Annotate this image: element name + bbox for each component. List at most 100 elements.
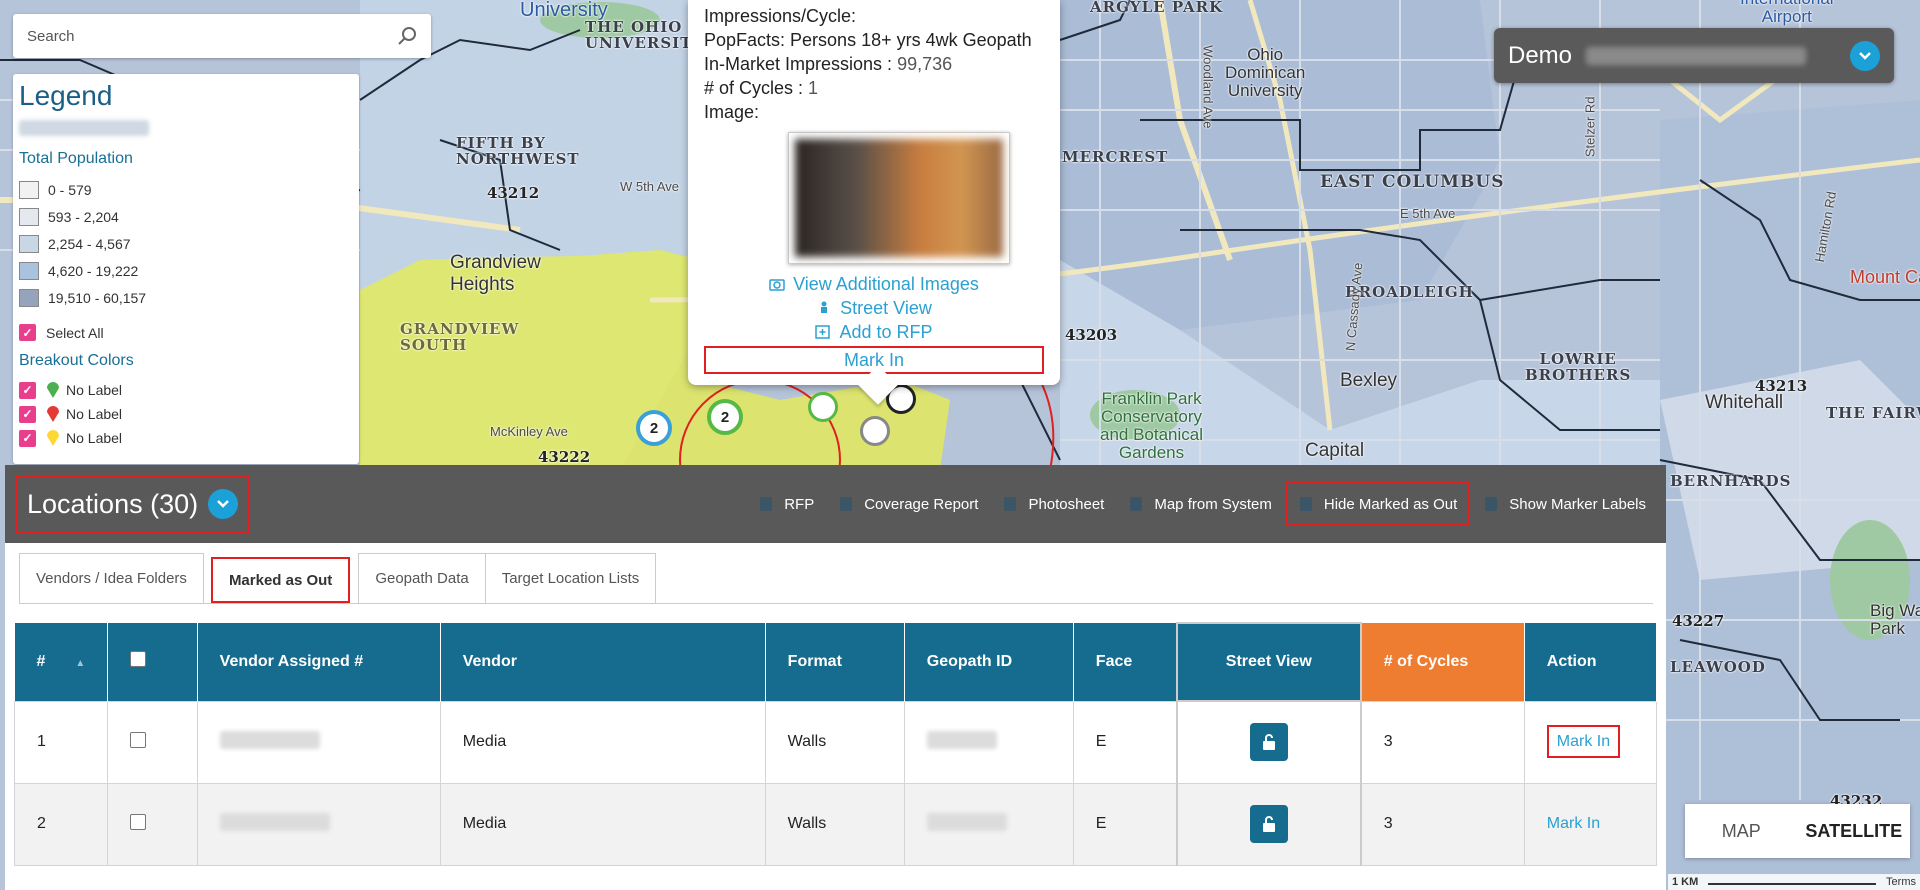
sort-asc-icon[interactable]: ▲ xyxy=(75,658,85,669)
location-popup: Impressions/Cycle: PopFacts: Persons 18+… xyxy=(688,0,1060,405)
map-label-big-walnut: Big Wa Park xyxy=(1870,601,1920,638)
mark-in-link[interactable]: Mark In xyxy=(1546,725,1621,758)
cell-vendor-assigned xyxy=(196,700,441,784)
mark-in-link[interactable]: Mark In xyxy=(1547,815,1600,832)
breakout-row[interactable]: ✓ No Label xyxy=(19,402,353,426)
map-label-argyle-park: ARGYLE PARK xyxy=(1090,0,1224,16)
show-marker-labels-button[interactable]: Show Marker Labels xyxy=(1473,482,1656,526)
breakout-checkbox[interactable]: ✓ xyxy=(19,429,36,447)
legend-panel: Legend Total Population 0 - 579 593 - 2,2… xyxy=(13,74,359,464)
popup-cycles-label: # of Cycles : xyxy=(704,78,809,98)
locations-panel: Locations (30) RFP Coverage Report Photosh… xyxy=(5,465,1666,890)
col-select-header[interactable] xyxy=(107,623,198,701)
map-location-marker[interactable] xyxy=(860,416,890,446)
map-cluster-marker[interactable]: 2 xyxy=(707,399,743,435)
table-row[interactable]: 1 Media Walls E 3 Mark In xyxy=(13,700,1658,784)
col-street-view-header: Street View xyxy=(1175,622,1362,702)
person-icon xyxy=(821,301,828,313)
legend-range-label: 4,620 - 19,222 xyxy=(48,262,139,279)
search-icon[interactable] xyxy=(397,26,417,46)
map-type-satellite[interactable]: SATELLITE xyxy=(1798,821,1911,842)
show-marker-labels-button-label: Show Marker Labels xyxy=(1509,495,1646,513)
tab-vendors-idea-folders[interactable]: Vendors / Idea Folders xyxy=(19,553,204,603)
locations-title[interactable]: Locations (30) xyxy=(15,474,251,534)
map-label-grandview-south: GRANDVIEW SOUTH xyxy=(400,320,520,354)
add-to-rfp-link[interactable]: Add to RFP xyxy=(704,320,1044,344)
map-marker-icon xyxy=(46,405,60,423)
row-checkbox[interactable] xyxy=(130,813,147,830)
cell-number: 1 xyxy=(13,700,109,784)
cell-action: Mark In xyxy=(1523,782,1658,866)
col-street-view-label: Street View xyxy=(1225,653,1312,670)
rfp-button[interactable]: RFP xyxy=(748,482,824,526)
location-thumbnail[interactable] xyxy=(788,132,1010,264)
map-from-system-button[interactable]: Map from System xyxy=(1118,482,1282,526)
col-vendor-label: Vendor xyxy=(462,652,517,670)
map-icon xyxy=(1128,495,1144,513)
redacted-geopath-id xyxy=(926,812,1007,831)
map-label-leawood: LEAWOOD xyxy=(1670,658,1766,676)
breakout-row[interactable]: ✓ No Label xyxy=(19,426,353,450)
terms-link[interactable]: Terms xyxy=(1886,876,1916,888)
map-cluster-marker[interactable]: 2 xyxy=(636,410,672,446)
legend-swatch xyxy=(19,261,39,280)
map-search xyxy=(13,14,431,58)
col-number-label: # xyxy=(36,652,46,670)
map-label-lowrie-brothers: LOWRIE BROTHERS xyxy=(1525,350,1632,384)
table-row[interactable]: 2 Media Walls E 3 Mark In xyxy=(13,782,1658,866)
breakout-row[interactable]: ✓ No Label xyxy=(19,378,353,402)
row-checkbox[interactable] xyxy=(130,731,147,748)
legend-swatch xyxy=(19,180,39,199)
popup-in-market-value: 99,736 xyxy=(897,54,953,74)
col-format-header: Format xyxy=(765,623,905,701)
view-additional-images-label: View Additional Images xyxy=(793,274,979,294)
select-all-checkbox[interactable]: ✓ xyxy=(19,324,36,341)
street-view-link[interactable]: Street View xyxy=(704,296,1044,320)
coverage-report-button[interactable]: Coverage Report xyxy=(828,482,988,526)
legend-swatch xyxy=(19,207,39,226)
legend-range-label: 2,254 - 4,567 xyxy=(48,235,131,252)
col-format-label: Format xyxy=(787,652,842,670)
street-view-button[interactable] xyxy=(1249,805,1288,843)
map-label-stelzer-rd: Stelzer Rd xyxy=(1582,96,1598,158)
breakout-checkbox[interactable]: ✓ xyxy=(19,405,36,423)
map-label-the-fairway: THE FAIRWA xyxy=(1826,404,1920,422)
col-number-header[interactable]: # ▲ xyxy=(14,623,109,701)
breakout-checkbox[interactable]: ✓ xyxy=(19,381,36,399)
hide-marked-as-out-button[interactable]: Hide Marked as Out xyxy=(1285,482,1470,526)
map-label-mercrest: MERCREST xyxy=(1062,148,1169,166)
view-additional-images-link[interactable]: View Additional Images xyxy=(704,272,1044,296)
legend-range-row: 593 - 2,204 xyxy=(19,203,353,230)
photosheet-button[interactable]: Photosheet xyxy=(992,482,1114,526)
street-view-button[interactable] xyxy=(1249,723,1288,762)
report-icon xyxy=(838,495,854,513)
cell-vendor: Media xyxy=(439,782,766,866)
popup-image-label: Image: xyxy=(704,102,760,122)
map-type-map[interactable]: MAP xyxy=(1685,821,1798,842)
col-action-header: Action xyxy=(1524,623,1658,701)
legend-range-label: 0 - 579 xyxy=(48,181,92,198)
map-label-w5th: W 5th Ave xyxy=(620,179,680,194)
map-location-marker[interactable] xyxy=(808,392,838,422)
tab-geopath-data[interactable]: Geopath Data xyxy=(358,553,486,603)
select-all-row[interactable]: ✓ Select All xyxy=(19,319,353,346)
cell-select xyxy=(107,782,198,866)
account-dropdown[interactable]: Demo xyxy=(1494,28,1894,83)
col-vendor-header: Vendor xyxy=(440,623,766,701)
col-geopath-id-header: Geopath ID xyxy=(904,623,1074,701)
account-label: Demo xyxy=(1508,41,1573,69)
photo-icon xyxy=(1002,495,1018,513)
map-marker-icon xyxy=(46,429,60,447)
coverage-report-button-label: Coverage Report xyxy=(864,495,979,513)
tab-marked-as-out[interactable]: Marked as Out xyxy=(210,557,351,603)
tab-target-location-lists[interactable]: Target Location Lists xyxy=(484,553,657,603)
chevron-down-icon[interactable] xyxy=(1850,40,1880,71)
location-photo xyxy=(795,139,1003,257)
unlock-icon xyxy=(1262,734,1275,751)
search-input[interactable] xyxy=(27,27,397,45)
col-action-label: Action xyxy=(1546,652,1597,670)
popup-cycles: # of Cycles : 1 xyxy=(704,76,1044,100)
chevron-down-icon[interactable] xyxy=(208,489,239,519)
popup-in-market: In-Market Impressions : 99,736 xyxy=(704,52,1044,76)
select-all-rows-checkbox[interactable] xyxy=(130,651,147,668)
